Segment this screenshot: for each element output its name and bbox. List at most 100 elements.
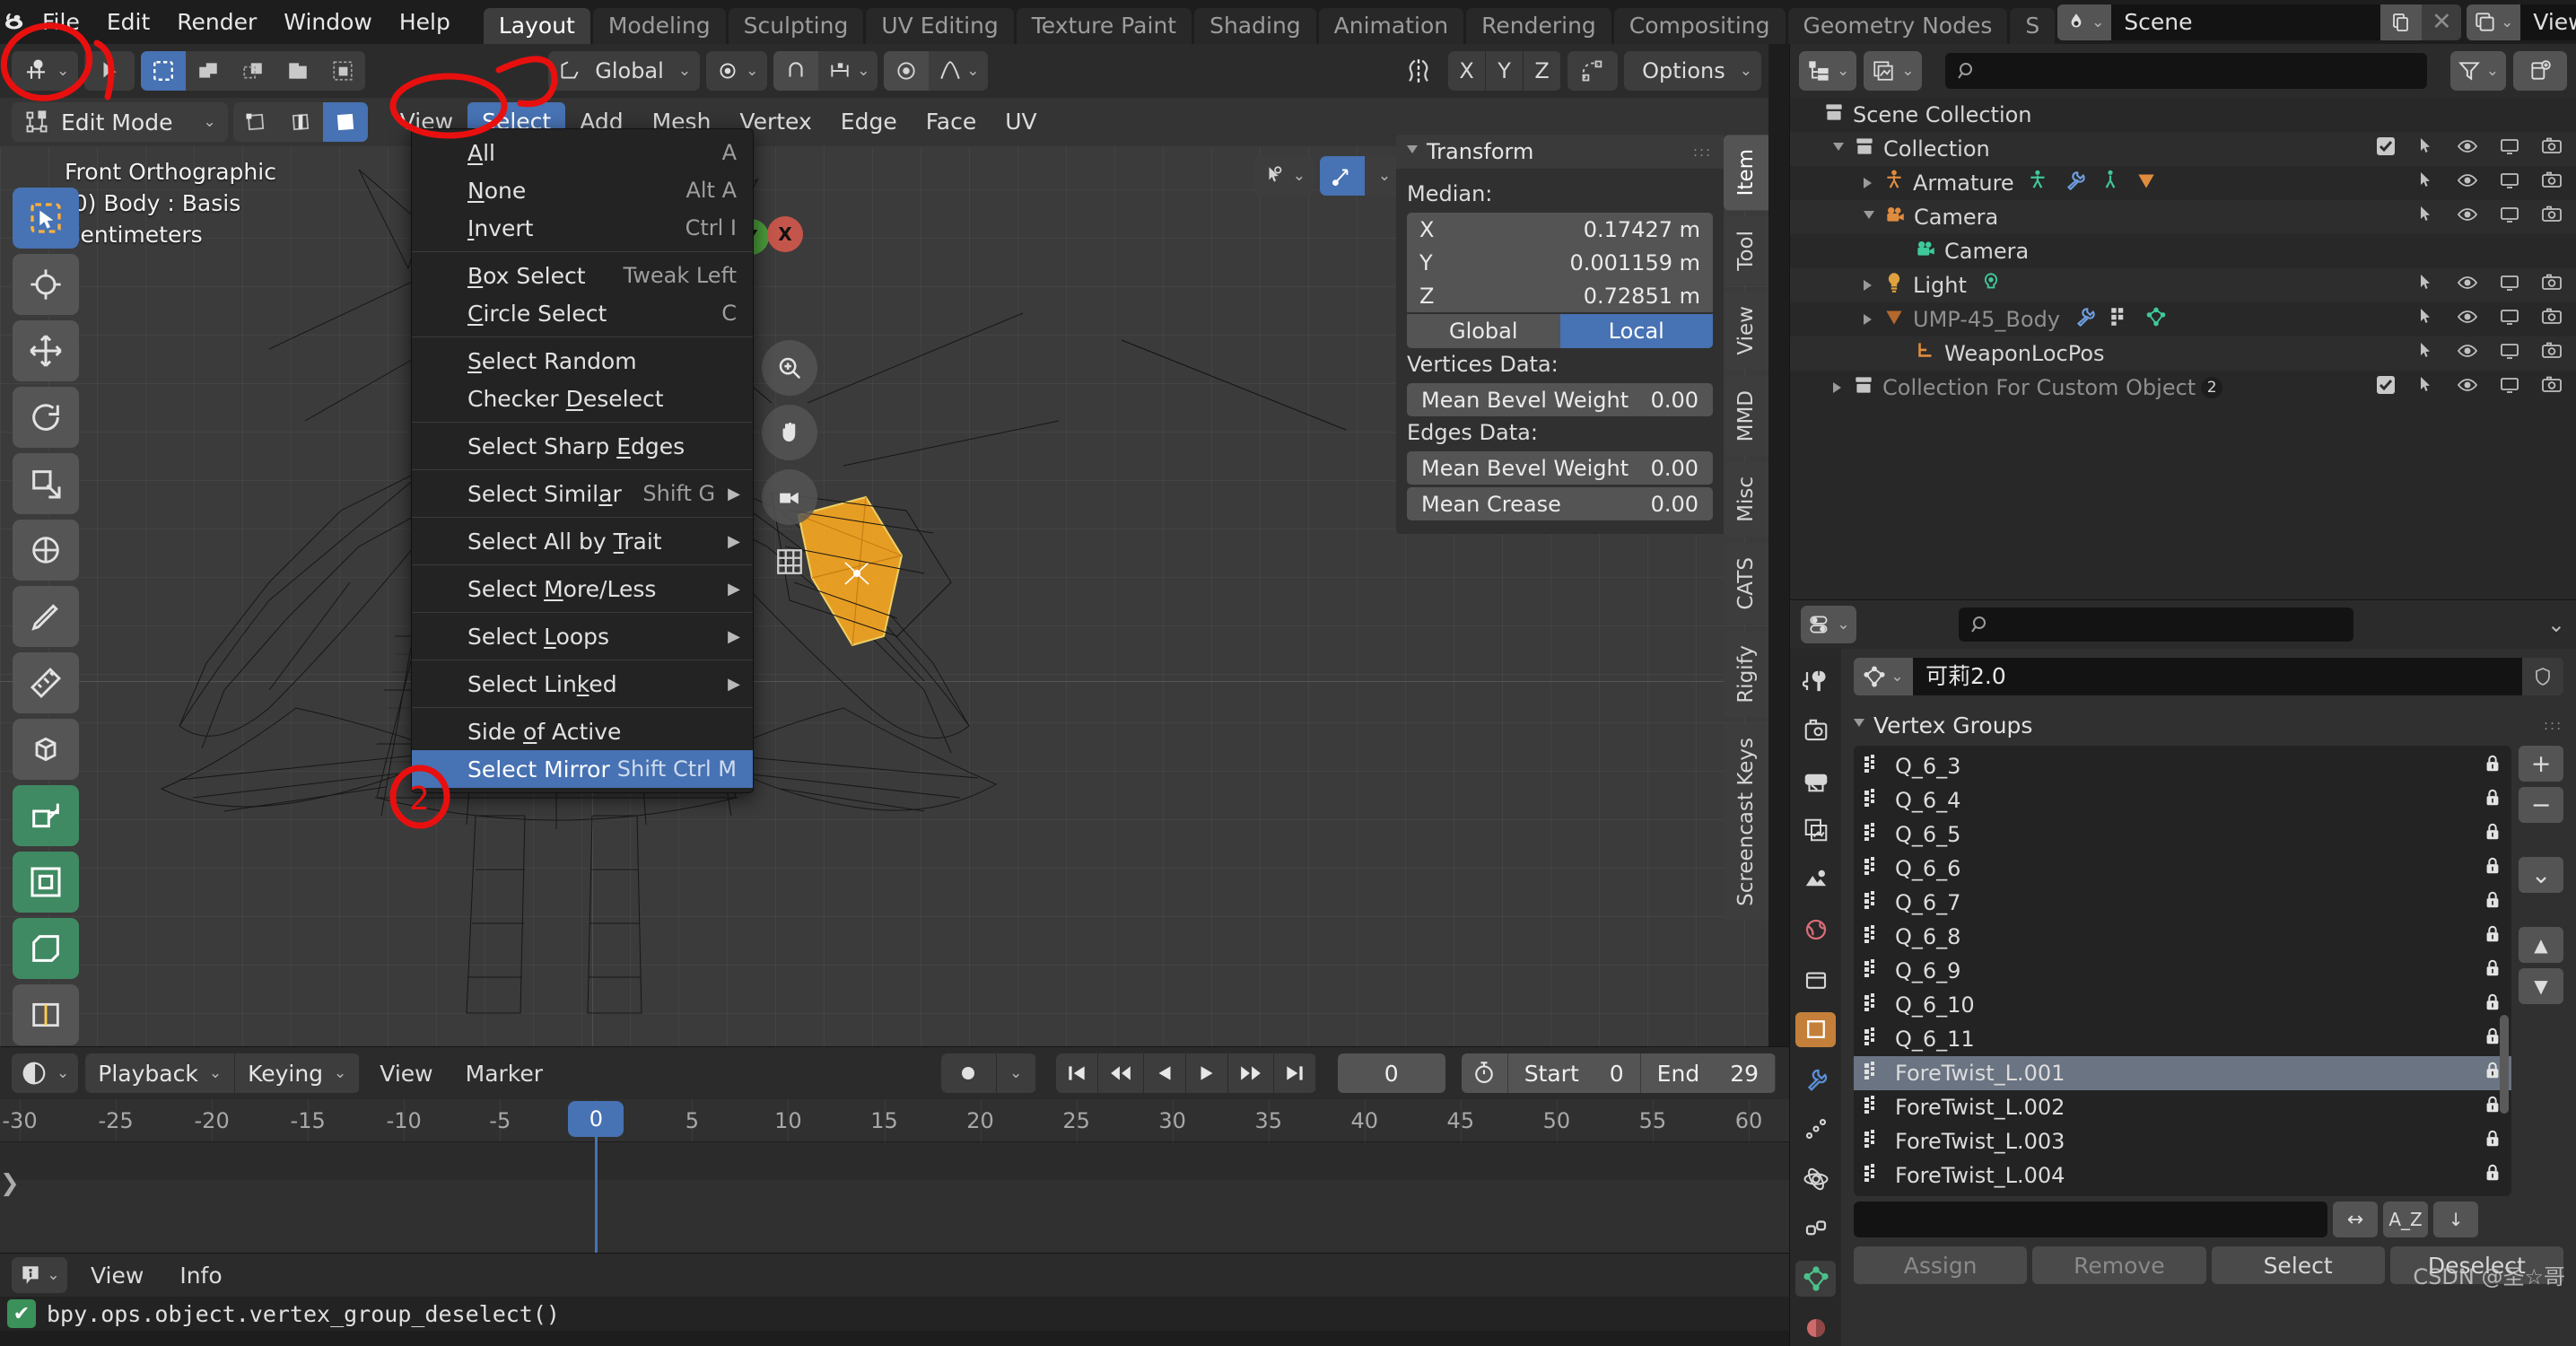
toggle-ortho-icon[interactable] — [762, 534, 817, 590]
select-mode-subtract[interactable] — [231, 51, 276, 91]
modifier-icon[interactable] — [2073, 305, 2096, 334]
vertex-group-item[interactable]: Q_6_9 — [1854, 954, 2511, 988]
auto-keying-toggle[interactable] — [940, 1053, 997, 1093]
global-space-button[interactable]: Global — [1407, 314, 1560, 348]
remove-vertex-group-button[interactable]: − — [2519, 787, 2563, 823]
mirror-axis-y[interactable]: Y — [1486, 51, 1524, 91]
workspace-tab-animation[interactable]: Animation — [1318, 8, 1464, 44]
new-scene-icon[interactable] — [2380, 4, 2423, 40]
workspace-tab-rendering[interactable]: Rendering — [1466, 8, 1611, 44]
vertex-group-filter-input[interactable] — [1854, 1202, 2328, 1237]
disable-in-render-icon[interactable] — [2540, 272, 2563, 299]
tab-viewlayer[interactable] — [1795, 813, 1836, 849]
tab-modifiers[interactable] — [1795, 1062, 1836, 1097]
vertex-select-mode-icon[interactable] — [232, 102, 278, 142]
scene-name[interactable]: Scene — [2111, 4, 2381, 40]
tab-object-data[interactable] — [1795, 1261, 1836, 1297]
jump-end-icon[interactable] — [1273, 1053, 1316, 1093]
mesh-data-icon[interactable] — [2135, 169, 2158, 197]
select-dropdown-menu[interactable]: All A None Alt A Invert Ctrl I Box Select Tweak… — [411, 128, 754, 793]
lock-icon[interactable] — [2483, 923, 2502, 950]
topbar-menu-file[interactable]: File — [29, 1, 93, 44]
lock-icon[interactable] — [2483, 821, 2502, 848]
lock-icon[interactable] — [2483, 992, 2502, 1018]
npanel-tab-view[interactable]: View — [1724, 292, 1768, 370]
menu-item-side-of-active[interactable]: Side of Active — [412, 712, 753, 750]
magnet-icon[interactable] — [773, 51, 819, 91]
topbar-menu-edit[interactable]: Edit — [93, 1, 163, 44]
disable-in-render-icon[interactable] — [2540, 374, 2563, 401]
mesh-data-icon[interactable]: ⌄ — [1854, 658, 1913, 695]
workspace-tab-sculpting[interactable]: Sculpting — [728, 8, 864, 44]
menu-item-select-random[interactable]: Select Random — [412, 342, 753, 380]
npanel-tab-screencast-keys[interactable]: Screencast Keys — [1724, 723, 1768, 922]
outliner-new-collection-button[interactable] — [2513, 51, 2567, 91]
vertex-group-item[interactable]: Q_6_8 — [1854, 920, 2511, 954]
menu-item-box-select[interactable]: Box Select Tweak Left — [412, 257, 753, 294]
transform-tool-button[interactable] — [13, 520, 79, 581]
tab-output[interactable] — [1795, 763, 1836, 799]
vertex-group-item[interactable]: ForeTwist_L.003 — [1854, 1124, 2511, 1158]
fake-user-shield-icon[interactable] — [2522, 658, 2563, 695]
disable-in-viewport-icon[interactable] — [2498, 204, 2521, 231]
tab-material[interactable] — [1795, 1311, 1836, 1346]
lock-icon[interactable] — [2483, 1128, 2502, 1155]
tab-tool[interactable] — [1795, 663, 1836, 699]
vertex-group-item[interactable]: Q_6_3 — [1854, 749, 2511, 783]
vertex-group-item[interactable]: Q_6_6 — [1854, 852, 2511, 886]
workspace-tab-shading[interactable]: Shading — [1194, 8, 1316, 44]
extrude-tool-button[interactable] — [13, 785, 79, 846]
modifier-icon[interactable] — [2063, 169, 2086, 197]
median-z[interactable]: Z 0.72851 m — [1407, 279, 1713, 312]
editor-type-button[interactable]: ⌄ — [12, 51, 79, 91]
timeline-channel-area[interactable] — [0, 1142, 1790, 1254]
light-data-icon[interactable] — [1979, 271, 2003, 300]
vertex-group-item[interactable]: ForeTwist_L.001 — [1854, 1056, 2511, 1090]
add-cube-tool-button[interactable] — [13, 719, 79, 780]
disable-in-viewport-icon[interactable] — [2498, 306, 2521, 333]
disable-in-viewport-icon[interactable] — [2498, 170, 2521, 197]
delete-scene-icon[interactable]: ✕ — [2422, 4, 2462, 40]
pivot-point-button[interactable]: ⌄ — [706, 51, 768, 91]
menu-item-select-all-by-trait[interactable]: Select All by Trait ▶ — [412, 522, 753, 560]
move-tool-button[interactable] — [13, 320, 79, 381]
expander-right-icon[interactable] — [1864, 314, 1872, 325]
workspace-tab-compositing[interactable]: Compositing — [1613, 8, 1786, 44]
workspace-tab-geometry-nodes[interactable]: Geometry Nodes — [1787, 8, 2008, 44]
outliner-row-camera[interactable]: Camera — [1790, 234, 2576, 268]
vertex-group-scrollbar[interactable] — [2500, 1015, 2509, 1114]
timeline-expand-arrow-icon[interactable]: ❯ — [0, 1166, 20, 1202]
outliner-row-scene-collection[interactable]: Scene Collection — [1790, 98, 2576, 132]
vertices-mean-bevel-weight[interactable]: Mean Bevel Weight 0.00 — [1407, 383, 1713, 416]
move-group-down-button[interactable]: ▼ — [2519, 968, 2563, 1004]
viewlayer-selector[interactable]: ⌄ View Layer ✕ — [2467, 4, 2576, 40]
hide-in-viewport-icon[interactable] — [2456, 306, 2479, 333]
vertex-group-item[interactable]: Q_6_4 — [1854, 783, 2511, 817]
npanel-tab-item[interactable]: Item — [1724, 135, 1768, 211]
tab-scene[interactable] — [1795, 862, 1836, 898]
keying-menu[interactable]: Keying ⌄ — [235, 1053, 361, 1093]
armature-data-icon[interactable] — [2099, 169, 2122, 197]
scale-tool-button[interactable] — [13, 453, 79, 514]
median-y[interactable]: Y 0.001159 m — [1407, 246, 1713, 279]
visibility-selectability-button[interactable]: ⌄ — [1253, 156, 1314, 196]
gizmo-x-axis[interactable]: X — [767, 216, 803, 252]
menu-item-checker-deselect[interactable]: Checker Deselect — [412, 380, 753, 417]
vertex-groups-section-header[interactable]: Vertex Groups ::: — [1854, 710, 2563, 740]
select-mode-extend[interactable] — [186, 51, 231, 91]
menu-item-circle-select[interactable]: Circle Select C — [412, 294, 753, 332]
filter-expand-icon[interactable]: ↔ — [2333, 1202, 2379, 1237]
info-log-line[interactable]: ✔ bpy.ops.object.vertex_group_deselect() — [0, 1297, 1790, 1331]
bevel-tool-button[interactable] — [13, 918, 79, 979]
vertex-group-item[interactable]: Q_6_10 — [1854, 988, 2511, 1022]
cursor-tool-button[interactable] — [13, 254, 79, 315]
current-frame-field[interactable]: 0 — [1337, 1053, 1445, 1093]
proportional-edit-group[interactable]: ⌄ — [884, 51, 989, 91]
hide-in-viewport-icon[interactable] — [2456, 135, 2479, 162]
transform-panel-header[interactable]: Transform ::: — [1396, 135, 1724, 169]
snap-target-icon[interactable]: ⌄ — [818, 51, 878, 91]
meshdata-icon[interactable] — [2144, 305, 2168, 334]
disable-in-viewport-icon[interactable] — [2498, 272, 2521, 299]
menu-item-select-more-less[interactable]: Select More/Less ▶ — [412, 570, 753, 607]
tab-particles[interactable] — [1795, 1112, 1836, 1148]
